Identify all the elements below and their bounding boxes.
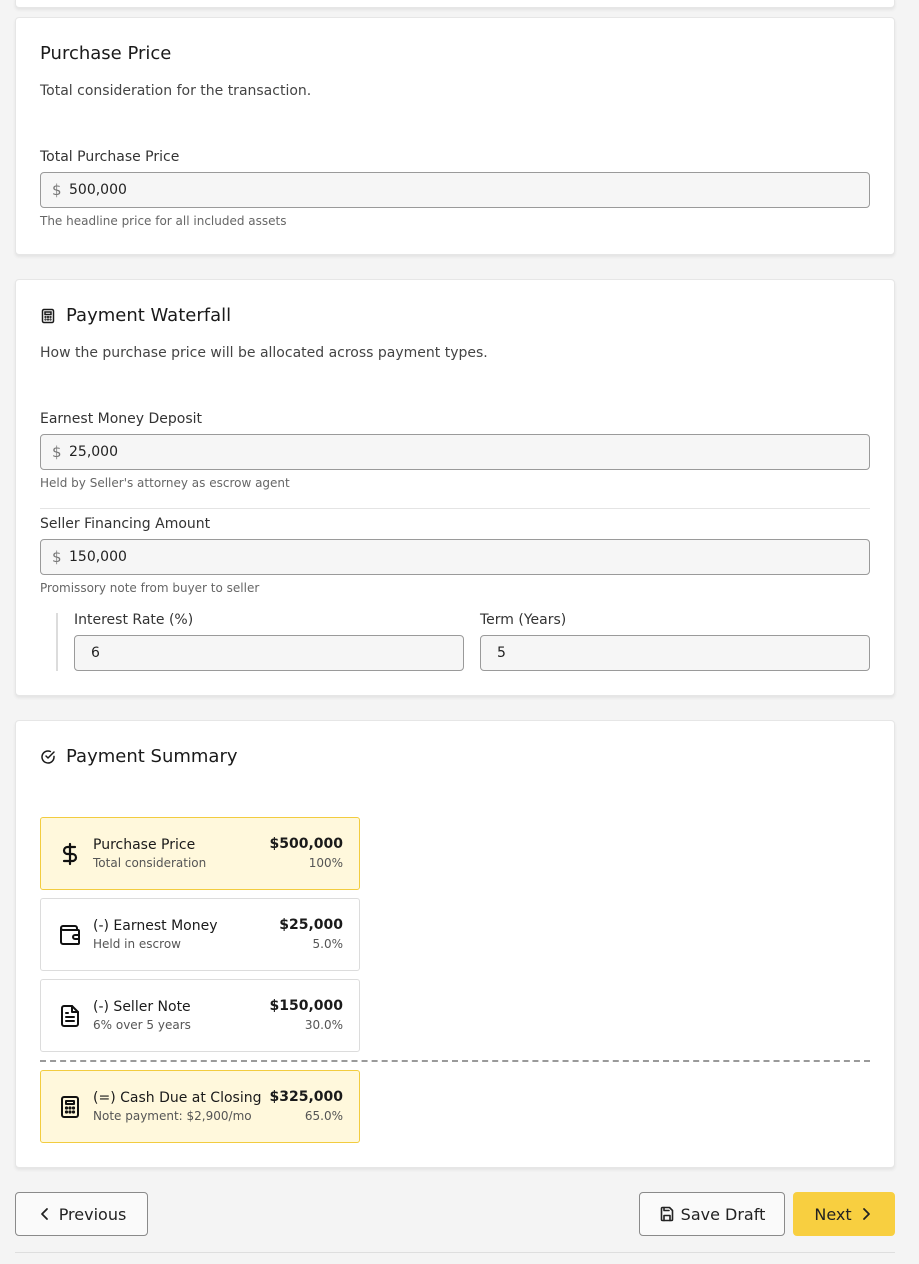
summary-item-sub: 6% over 5 years: [93, 1018, 191, 1032]
term-years-label: Term (Years): [480, 612, 567, 628]
seller-financing-label: Seller Financing Amount: [40, 516, 211, 532]
summary-item-cash-due: (=) Cash Due at Closing Note payment: $2…: [40, 1070, 360, 1143]
interest-rate-input[interactable]: 6: [74, 635, 464, 671]
purchase-price-card: Purchase Price Total consideration for t…: [15, 17, 895, 255]
summary-item-percent: 65.0%: [304, 1109, 343, 1123]
previous-button[interactable]: Previous: [15, 1192, 148, 1236]
earnest-money-hint: Held by Seller's attorney as escrow agen…: [40, 476, 290, 490]
interest-rate-label: Interest Rate (%): [74, 612, 194, 628]
document-icon: [61, 1005, 79, 1027]
summary-total-divider: [40, 1060, 870, 1062]
next-button[interactable]: Next: [793, 1192, 895, 1236]
summary-item-percent: 5.0%: [312, 937, 344, 951]
term-years-input[interactable]: 5: [480, 635, 870, 671]
calculator-icon: [61, 1096, 79, 1118]
calculator-icon: [41, 308, 55, 323]
summary-item-amount: $325,000: [269, 1089, 343, 1105]
check-circle-icon: [41, 749, 55, 764]
earnest-money-input[interactable]: $ 25,000: [40, 434, 870, 470]
payment-summary-card: Payment Summary Purchase Price Total con…: [15, 720, 895, 1168]
payment-waterfall-subtitle: How the purchase price will be allocated…: [40, 345, 488, 361]
payment-summary-header: Payment Summary: [40, 746, 238, 767]
indent-bar: [56, 613, 58, 671]
total-purchase-price-label: Total Purchase Price: [40, 149, 180, 165]
save-draft-button-label: Save Draft: [680, 1204, 766, 1224]
previous-button-label: Previous: [58, 1204, 127, 1224]
currency-prefix: $: [52, 548, 62, 566]
summary-item-sub: Held in escrow: [93, 937, 181, 951]
earnest-money-label: Earnest Money Deposit: [40, 411, 203, 427]
summary-item-sub: Total consideration: [93, 856, 207, 870]
total-purchase-price-input[interactable]: $ 500,000: [40, 172, 870, 208]
summary-item-purchase-price: Purchase Price Total consideration $500,…: [40, 817, 360, 890]
wallet-icon: [60, 925, 80, 945]
save-draft-button[interactable]: Save Draft: [639, 1192, 785, 1236]
summary-item-earnest-money: (-) Earnest Money Held in escrow $25,000…: [40, 898, 360, 971]
seller-financing-value[interactable]: 150,000: [69, 549, 127, 565]
purchase-price-subtitle: Total consideration for the transaction.: [40, 83, 312, 99]
next-button-label: Next: [814, 1204, 852, 1224]
earnest-money-value[interactable]: 25,000: [69, 444, 118, 460]
payment-waterfall-title: Payment Waterfall: [66, 305, 232, 326]
save-icon: [660, 1206, 673, 1222]
summary-item-amount: $500,000: [269, 836, 343, 852]
total-purchase-price-value[interactable]: 500,000: [69, 182, 127, 198]
summary-item-seller-note: (-) Seller Note 6% over 5 years $150,000…: [40, 979, 360, 1052]
summary-item-percent: 100%: [308, 856, 343, 870]
summary-item-name: Purchase Price: [93, 837, 196, 853]
summary-item-name: (=) Cash Due at Closing: [93, 1090, 262, 1106]
dollar-sign-icon: [62, 842, 78, 866]
summary-item-amount: $150,000: [269, 998, 343, 1014]
payment-summary-title: Payment Summary: [66, 746, 238, 767]
chevron-left-icon: [40, 1208, 48, 1220]
payment-waterfall-card: Payment Waterfall How the purchase price…: [15, 279, 895, 696]
chevron-right-icon: [862, 1208, 870, 1220]
currency-prefix: $: [52, 443, 62, 461]
currency-prefix: $: [52, 181, 62, 199]
payment-waterfall-header: Payment Waterfall: [40, 305, 231, 326]
footer-divider: [15, 1252, 895, 1253]
previous-section-card: [15, 0, 895, 8]
summary-item-percent: 30.0%: [304, 1018, 343, 1032]
summary-item-name: (-) Seller Note: [93, 999, 191, 1015]
section-divider: [40, 508, 870, 509]
seller-financing-input[interactable]: $ 150,000: [40, 539, 870, 575]
summary-item-sub: Note payment: $2,900/mo: [93, 1109, 252, 1123]
purchase-price-title: Purchase Price: [40, 43, 172, 64]
summary-item-name: (-) Earnest Money: [93, 918, 218, 934]
summary-item-amount: $25,000: [279, 917, 343, 933]
seller-financing-hint: Promissory note from buyer to seller: [40, 581, 260, 595]
total-purchase-price-hint: The headline price for all included asse…: [40, 214, 287, 228]
